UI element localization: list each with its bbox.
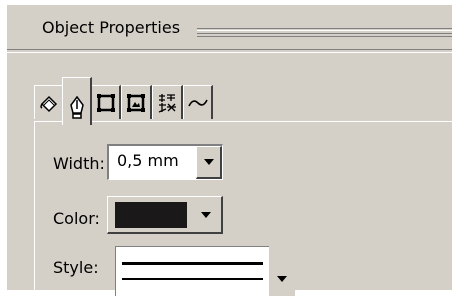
outline-tab-content: Width: 0,5 mm Color: Style: (34, 121, 452, 296)
color-picker[interactable] (107, 196, 223, 234)
width-value[interactable]: 0,5 mm (117, 151, 179, 170)
line-style-sample (122, 262, 263, 265)
object-properties-panel: Object Properties Width: 0,5 mm Color: S… (6, 4, 452, 296)
panel-titlebar[interactable]: Object Properties (7, 5, 452, 39)
tilde-curve-icon (187, 99, 208, 106)
width-combo[interactable]: 0,5 mm (107, 144, 223, 180)
width-label: Width: (53, 154, 105, 173)
pen-nib-icon (69, 96, 84, 119)
frame-image-icon (127, 93, 145, 112)
tab-curve[interactable] (183, 85, 213, 119)
chevron-down-icon (201, 212, 211, 218)
width-dropdown-button[interactable] (196, 146, 222, 179)
fill-bucket-icon (39, 95, 57, 112)
color-swatch[interactable] (115, 202, 187, 228)
tab-outline[interactable] (62, 77, 92, 125)
chevron-down-icon (277, 276, 287, 282)
tab-effects[interactable] (152, 85, 183, 119)
tab-frame-image[interactable] (121, 85, 152, 119)
titlebar-grip[interactable] (197, 28, 452, 37)
sparkle-shape-icon (158, 93, 176, 113)
color-label: Color: (53, 209, 100, 228)
line-style-sample-2 (122, 278, 263, 280)
style-label: Style: (53, 258, 99, 277)
tab-fill[interactable] (34, 85, 64, 119)
panel-title: Object Properties (42, 18, 185, 37)
frame-square-icon (96, 93, 115, 112)
tab-frame[interactable] (91, 85, 121, 119)
title-separator (7, 49, 452, 53)
